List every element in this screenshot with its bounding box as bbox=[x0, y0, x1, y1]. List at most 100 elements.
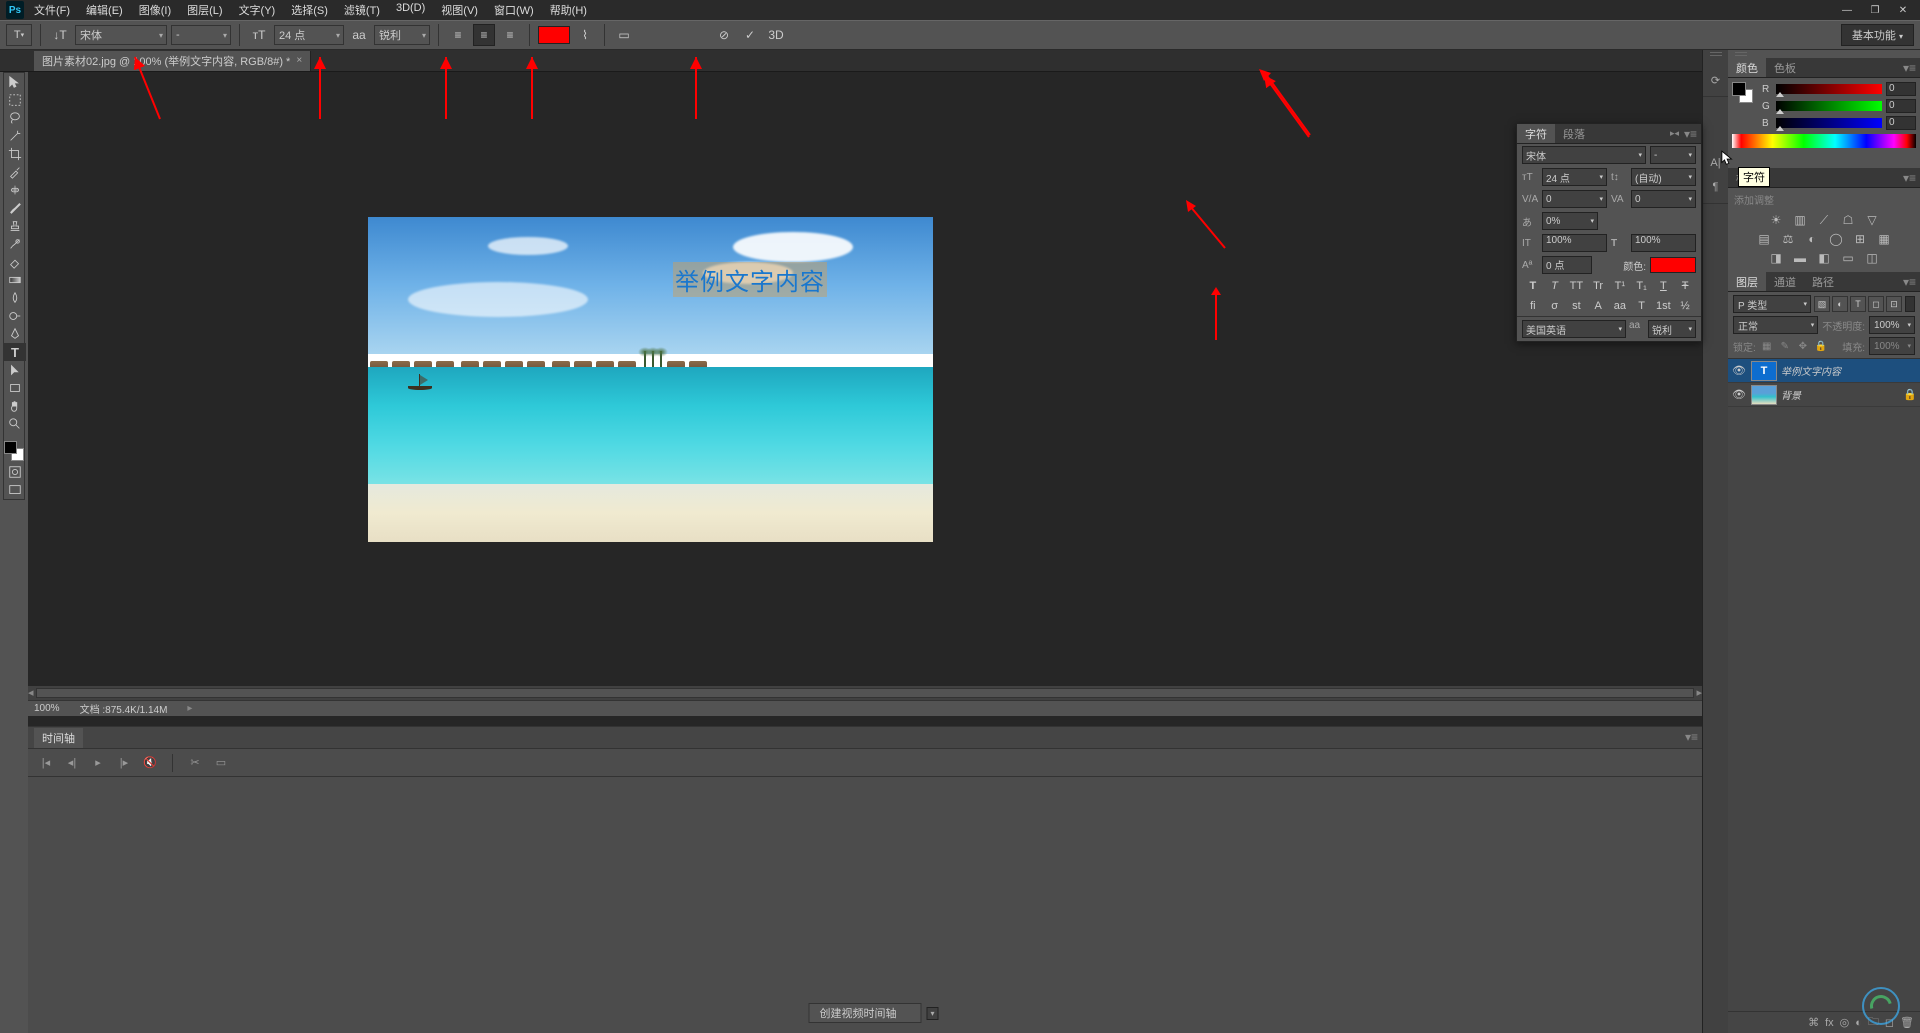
wand-tool[interactable] bbox=[4, 127, 26, 145]
doc-info[interactable]: 文档 :875.4K/1.14M bbox=[80, 701, 168, 716]
adj-mixer-icon[interactable]: ⊞ bbox=[1851, 231, 1869, 247]
style-underline[interactable]: T bbox=[1654, 278, 1672, 294]
delete-layer-icon[interactable]: 🗑 bbox=[1900, 1016, 1914, 1029]
char-baseline-input[interactable]: 0 点 bbox=[1542, 256, 1592, 274]
styles-panel-menu[interactable]: ▾≡ bbox=[1903, 171, 1916, 185]
heal-tool[interactable] bbox=[4, 181, 26, 199]
eyedropper-tool[interactable] bbox=[4, 163, 26, 181]
layer-name[interactable]: 背景 bbox=[1781, 387, 1801, 402]
char-aa-combo[interactable]: 锐利▾ bbox=[1648, 320, 1696, 338]
char-style-combo[interactable]: -▾ bbox=[1650, 146, 1696, 164]
minimize-button[interactable]: ― bbox=[1836, 3, 1858, 17]
char-panel-toggle[interactable]: ▭ bbox=[613, 24, 635, 46]
para-tab[interactable]: 段落 bbox=[1555, 124, 1593, 143]
rectangle-tool[interactable] bbox=[4, 379, 26, 397]
filter-smart-icon[interactable]: ⊡ bbox=[1886, 296, 1902, 312]
fill-field[interactable]: 100%▾ bbox=[1869, 337, 1915, 355]
adj-threshold-icon[interactable]: ◧ bbox=[1815, 250, 1833, 266]
timeline-panel-menu[interactable]: ▾≡ bbox=[1685, 730, 1698, 744]
text-color-swatch[interactable] bbox=[538, 26, 570, 44]
layer-mask-icon[interactable]: ◎ bbox=[1840, 1016, 1850, 1029]
adj-hue-icon[interactable]: ▤ bbox=[1755, 231, 1773, 247]
create-timeline-button[interactable]: 创建视频时间轴▾ bbox=[809, 1003, 922, 1023]
filter-shape-icon[interactable]: ◻ bbox=[1868, 296, 1884, 312]
menu-file[interactable]: 文件(F) bbox=[26, 0, 78, 20]
document-image[interactable]: 举例文字内容 bbox=[368, 217, 933, 542]
ot-fractions[interactable]: ½ bbox=[1676, 298, 1694, 314]
ot-contextual[interactable]: σ bbox=[1546, 298, 1564, 314]
character-panel[interactable]: 字符 段落 ▸◂ ▾≡ 宋体▾ -▾ тT 24 点▾ t↕ (自动)▾ V/A… bbox=[1516, 123, 1702, 342]
paths-tab[interactable]: 路径 bbox=[1804, 272, 1842, 291]
fg-bg-color-swatch[interactable] bbox=[4, 441, 24, 461]
adj-invert-icon[interactable]: ◨ bbox=[1767, 250, 1785, 266]
adj-curves-icon[interactable]: ⟋ bbox=[1815, 212, 1833, 228]
menu-filter[interactable]: 滤镜(T) bbox=[336, 0, 388, 20]
pen-tool[interactable] bbox=[4, 325, 26, 343]
char-kerning-combo[interactable]: 0▾ bbox=[1542, 190, 1607, 208]
style-strike[interactable]: Ŧ bbox=[1676, 278, 1694, 294]
r-value[interactable]: 0 bbox=[1886, 82, 1916, 96]
lock-position-icon[interactable]: ✥ bbox=[1796, 339, 1810, 353]
filter-type-icon[interactable]: T bbox=[1850, 296, 1866, 312]
restore-button[interactable]: ❐ bbox=[1864, 3, 1886, 17]
paragraph-panel-icon[interactable]: ¶ bbox=[1705, 176, 1727, 198]
ot-ligatures[interactable]: fi bbox=[1524, 298, 1542, 314]
workspace-switcher[interactable]: 基本功能 ▾ bbox=[1841, 24, 1914, 46]
tl-transition[interactable]: ▭ bbox=[213, 755, 229, 771]
marquee-tool[interactable] bbox=[4, 91, 26, 109]
opacity-field[interactable]: 100%▾ bbox=[1869, 316, 1915, 334]
layer-filter-kind[interactable]: P 类型▾ bbox=[1733, 295, 1811, 313]
style-italic[interactable]: T bbox=[1546, 278, 1564, 294]
type-tool[interactable]: T bbox=[4, 343, 26, 361]
adj-poster-icon[interactable]: ▬ bbox=[1791, 250, 1809, 266]
tl-split[interactable]: ✂ bbox=[187, 755, 203, 771]
adj-lookup-icon[interactable]: ▦ bbox=[1875, 231, 1893, 247]
g-value[interactable]: 0 bbox=[1886, 99, 1916, 113]
tl-first-frame[interactable]: |◂ bbox=[38, 755, 54, 771]
eraser-tool[interactable] bbox=[4, 253, 26, 271]
char-scale-combo[interactable]: 0%▾ bbox=[1542, 212, 1598, 230]
tl-prev-frame[interactable]: ◂| bbox=[64, 755, 80, 771]
layer-item-bg[interactable]: 👁 背景 🔒 bbox=[1728, 383, 1920, 407]
font-style-combo[interactable]: -▾ bbox=[171, 25, 231, 45]
align-center-button[interactable]: ≡ bbox=[473, 24, 495, 46]
ot-titling[interactable]: T bbox=[1633, 298, 1651, 314]
char-color-swatch[interactable] bbox=[1650, 257, 1696, 273]
lock-all-icon[interactable]: 🔒 bbox=[1814, 339, 1828, 353]
menu-layer[interactable]: 图层(L) bbox=[179, 0, 230, 20]
3d-button[interactable]: 3D bbox=[765, 24, 787, 46]
lock-paint-icon[interactable]: ✎ bbox=[1778, 339, 1792, 353]
menu-help[interactable]: 帮助(H) bbox=[542, 0, 595, 20]
menu-type[interactable]: 文字(Y) bbox=[231, 0, 284, 20]
tl-next-frame[interactable]: |▸ bbox=[116, 755, 132, 771]
char-size-combo[interactable]: 24 点▾ bbox=[1542, 168, 1607, 186]
channels-tab[interactable]: 通道 bbox=[1766, 272, 1804, 291]
sample-text-layer[interactable]: 举例文字内容 bbox=[673, 262, 827, 297]
style-bold[interactable]: T bbox=[1524, 278, 1542, 294]
menu-view[interactable]: 视图(V) bbox=[433, 0, 486, 20]
brush-tool[interactable] bbox=[4, 199, 26, 217]
adj-gradmap-icon[interactable]: ▭ bbox=[1839, 250, 1857, 266]
right-dock-handle[interactable] bbox=[1735, 52, 1747, 56]
tl-play[interactable]: ▸ bbox=[90, 755, 106, 771]
align-left-button[interactable]: ≡ bbox=[447, 24, 469, 46]
char-vscale-input[interactable]: 100% bbox=[1542, 234, 1607, 252]
layer-name[interactable]: 举例文字内容 bbox=[1781, 363, 1841, 378]
screen-mode-button[interactable] bbox=[4, 481, 26, 499]
timeline-tab[interactable]: 时间轴 bbox=[34, 728, 83, 748]
align-right-button[interactable]: ≡ bbox=[499, 24, 521, 46]
char-hscale-input[interactable]: 100% bbox=[1631, 234, 1696, 252]
history-brush-tool[interactable] bbox=[4, 235, 26, 253]
cancel-edit-button[interactable]: ⊘ bbox=[713, 24, 735, 46]
adj-photo-filter-icon[interactable]: ◯ bbox=[1827, 231, 1845, 247]
b-slider[interactable] bbox=[1776, 118, 1882, 128]
style-superscript[interactable]: T¹ bbox=[1611, 278, 1629, 294]
move-tool[interactable] bbox=[4, 73, 26, 91]
dodge-tool[interactable] bbox=[4, 307, 26, 325]
adj-brightness-icon[interactable]: ☀ bbox=[1767, 212, 1785, 228]
ot-stylistic[interactable]: aa bbox=[1611, 298, 1629, 314]
layer-visibility-icon[interactable]: 👁 bbox=[1731, 388, 1747, 401]
color-spectrum-bar[interactable] bbox=[1732, 134, 1916, 148]
layers-panel-menu[interactable]: ▾≡ bbox=[1903, 275, 1916, 289]
link-layers-icon[interactable]: ⌘ bbox=[1808, 1016, 1819, 1029]
